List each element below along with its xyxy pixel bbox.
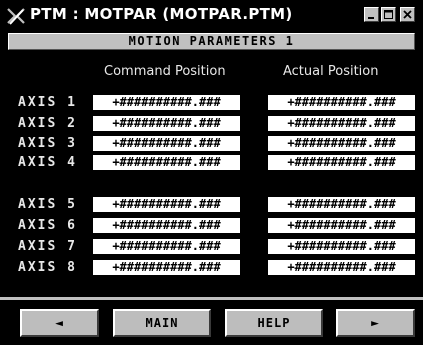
axis-5-command-field: +##########.###	[93, 197, 240, 212]
axis-5-actual-field: +##########.###	[268, 197, 415, 212]
help-button[interactable]: HELP	[225, 309, 323, 337]
axis-2-actual-field: +##########.###	[268, 116, 415, 131]
app-logo-icon	[7, 8, 25, 25]
maximize-button[interactable]	[381, 7, 396, 22]
previous-page-button[interactable]: ◄	[20, 309, 99, 337]
arrow-right-icon: ►	[371, 316, 380, 331]
axis-1-command-field: +##########.###	[93, 95, 240, 110]
axis-2-label: AXIS 2	[18, 116, 77, 131]
axis-1-actual-field: +##########.###	[268, 95, 415, 110]
axis-2-command-field: +##########.###	[93, 116, 240, 131]
window-title: PTM : MOTPAR (MOTPAR.PTM)	[30, 5, 293, 23]
axis-6-label: AXIS 6	[18, 218, 77, 233]
minimize-button[interactable]	[364, 7, 379, 22]
axis-8-command-field: +##########.###	[93, 260, 240, 275]
app-window: PTM : MOTPAR (MOTPAR.PTM) MOTION PARAMET…	[0, 0, 423, 345]
axis-6-actual-field: +##########.###	[268, 218, 415, 233]
axis-3-actual-field: +##########.###	[268, 136, 415, 151]
axis-7-label: AXIS 7	[18, 239, 77, 254]
actual-position-header: Actual Position	[283, 64, 379, 79]
axis-4-command-field: +##########.###	[93, 155, 240, 170]
axis-8-actual-field: +##########.###	[268, 260, 415, 275]
arrow-left-icon: ◄	[55, 316, 64, 331]
axis-7-actual-field: +##########.###	[268, 239, 415, 254]
main-button[interactable]: MAIN	[113, 309, 211, 337]
title-bar[interactable]: PTM : MOTPAR (MOTPAR.PTM)	[0, 0, 423, 30]
axis-4-actual-field: +##########.###	[268, 155, 415, 170]
screen-title-bar: MOTION PARAMETERS 1	[8, 33, 415, 50]
next-page-button[interactable]: ►	[336, 309, 415, 337]
minimize-icon	[368, 17, 374, 19]
axis-1-label: AXIS 1	[18, 95, 77, 110]
axis-3-command-field: +##########.###	[93, 136, 240, 151]
close-icon	[403, 10, 412, 19]
maximize-icon	[384, 10, 393, 19]
axis-6-command-field: +##########.###	[93, 218, 240, 233]
axis-3-label: AXIS 3	[18, 136, 77, 151]
close-button[interactable]	[400, 7, 415, 22]
axis-4-label: AXIS 4	[18, 155, 77, 170]
axis-5-label: AXIS 5	[18, 197, 77, 212]
axis-8-label: AXIS 8	[18, 260, 77, 275]
command-position-header: Command Position	[104, 64, 226, 79]
axis-7-command-field: +##########.###	[93, 239, 240, 254]
